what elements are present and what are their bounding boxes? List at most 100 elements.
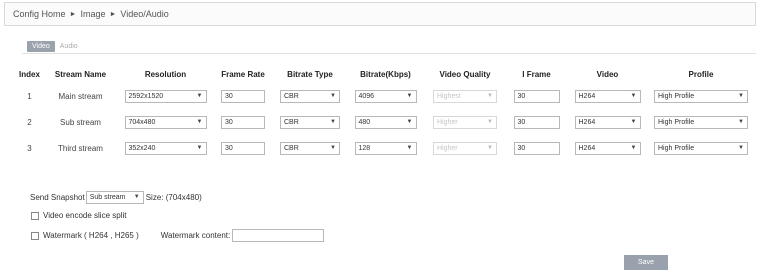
watermark-label: Watermark ( H264 , H265 ) [43, 231, 139, 240]
slice-split-checkbox[interactable] [31, 211, 39, 220]
resolution-select[interactable]: 704x480 ▼ [124, 115, 207, 129]
chevron-down-icon: ▼ [406, 92, 413, 99]
breadcrumb-separator-icon: ► [109, 10, 117, 18]
send-snapshot-label: Send Snapshot [30, 193, 85, 202]
chevron-down-icon: ▼ [133, 194, 140, 200]
tab-divider [22, 53, 756, 54]
tab-audio[interactable]: Audio [55, 41, 83, 52]
chevron-down-icon: ▼ [196, 92, 203, 99]
watermark-content-label: Watermark content: [160, 231, 231, 240]
header-profile: Profile [688, 70, 714, 79]
header-index: Index [19, 70, 40, 79]
bitrate-value: 128 [358, 144, 371, 152]
row-index: 2 [27, 117, 32, 127]
bitrate-type-select[interactable]: CBR ▼ [280, 115, 340, 129]
send-snapshot-select[interactable]: Sub stream ▼ [85, 191, 144, 204]
resolution-select[interactable]: 2592x1520 ▼ [124, 89, 207, 103]
resolution-value: 2592x1520 [128, 92, 164, 100]
tab-video[interactable]: Video [27, 41, 55, 52]
bitrate-combo[interactable]: 128 ▼ [354, 141, 417, 155]
profile-value: High Profile [658, 92, 695, 100]
table-row: 1 Main stream 2592x1520 ▼ 30 CBR ▼ 4096 ▼ H… [16, 83, 754, 109]
table-header-row: Index Stream Name Resolution Frame Rate … [16, 66, 754, 83]
breadcrumb: Config Home ► Image ► Video/Audio [4, 2, 756, 26]
breadcrumb-config-home[interactable]: Config Home [13, 9, 66, 19]
frame-rate-input[interactable]: 30 [221, 141, 265, 155]
i-frame-input[interactable]: 30 [513, 141, 560, 155]
profile-select[interactable]: High Profile ▼ [654, 89, 748, 103]
video-codec-select[interactable]: H264 ▼ [574, 141, 641, 155]
frame-rate-input[interactable]: 30 [221, 89, 265, 103]
send-snapshot-row: Send Snapshot Sub stream ▼ Size: (704x480… [30, 191, 202, 204]
bitrate-combo[interactable]: 480 ▼ [354, 115, 417, 129]
header-frame-rate: Frame Rate [221, 70, 265, 79]
profile-select[interactable]: High Profile ▼ [654, 141, 748, 155]
video-quality-value: Higher [437, 118, 458, 126]
snapshot-size-text: Size: (704x480) [145, 193, 202, 202]
bitrate-value: 480 [358, 118, 371, 126]
table-row: 3 Third stream 352x240 ▼ 30 CBR ▼ 128 ▼ Hig… [16, 135, 754, 161]
video-quality-select: Higher ▼ [433, 115, 497, 129]
stream-name: Sub stream [60, 117, 101, 127]
video-quality-select: Higher ▼ [433, 141, 497, 155]
header-resolution: Resolution [144, 70, 187, 79]
bitrate-combo[interactable]: 4096 ▼ [354, 89, 417, 103]
video-codec-select[interactable]: H264 ▼ [574, 89, 641, 103]
chevron-down-icon: ▼ [487, 144, 493, 151]
tab-bar: Video Audio [27, 41, 83, 52]
chevron-down-icon: ▼ [330, 144, 336, 151]
chevron-down-icon: ▼ [330, 118, 336, 125]
resolution-select[interactable]: 352x240 ▼ [124, 141, 207, 155]
video-audio-config-page: Config Home ► Image ► Video/Audio Video … [0, 0, 757, 276]
chevron-down-icon: ▼ [738, 118, 744, 125]
header-bitrate-type: Bitrate Type [287, 70, 333, 79]
chevron-down-icon: ▼ [196, 144, 203, 151]
header-i-frame: I Frame [522, 70, 551, 79]
breadcrumb-separator-icon: ► [69, 10, 77, 18]
slice-split-option: Video encode slice split [31, 211, 126, 220]
stream-name: Main stream [58, 91, 103, 101]
breadcrumb-image[interactable]: Image [80, 9, 105, 19]
chevron-down-icon: ▼ [738, 92, 744, 99]
table-row: 2 Sub stream 704x480 ▼ 30 CBR ▼ 480 ▼ Highe… [16, 109, 754, 135]
bitrate-type-value: CBR [284, 92, 299, 100]
chevron-down-icon: ▼ [406, 118, 413, 125]
breadcrumb-video-audio: Video/Audio [120, 9, 169, 19]
video-codec-select[interactable]: H264 ▼ [574, 115, 641, 129]
bitrate-type-value: CBR [284, 118, 299, 126]
video-quality-value: Higher [437, 144, 458, 152]
chevron-down-icon: ▼ [406, 144, 413, 151]
chevron-down-icon: ▼ [487, 92, 493, 99]
bitrate-value: 4096 [358, 92, 375, 100]
watermark-content-input[interactable] [232, 229, 325, 242]
slice-split-label: Video encode slice split [43, 211, 127, 220]
chevron-down-icon: ▼ [630, 118, 637, 125]
resolution-value: 352x240 [128, 144, 156, 152]
header-bitrate: Bitrate(Kbps) [360, 70, 411, 79]
bitrate-type-select[interactable]: CBR ▼ [280, 141, 340, 155]
video-codec-value: H264 [578, 92, 596, 100]
chevron-down-icon: ▼ [487, 118, 493, 125]
row-index: 1 [27, 91, 32, 101]
chevron-down-icon: ▼ [738, 144, 744, 151]
bitrate-type-select[interactable]: CBR ▼ [280, 89, 340, 103]
profile-value: High Profile [658, 118, 695, 126]
chevron-down-icon: ▼ [330, 92, 336, 99]
header-video: Video [596, 70, 619, 79]
chevron-down-icon: ▼ [196, 118, 203, 125]
save-button[interactable]: Save [624, 255, 668, 270]
frame-rate-input[interactable]: 30 [221, 115, 265, 129]
i-frame-input[interactable]: 30 [513, 89, 560, 103]
video-quality-select: Highest ▼ [433, 89, 497, 103]
watermark-checkbox[interactable] [31, 231, 39, 240]
header-video-quality: Video Quality [439, 70, 491, 79]
header-stream-name: Stream Name [54, 70, 107, 79]
profile-value: High Profile [658, 144, 695, 152]
video-codec-value: H264 [578, 118, 596, 126]
i-frame-input[interactable]: 30 [513, 115, 560, 129]
video-quality-value: Highest [437, 92, 461, 100]
video-codec-value: H264 [578, 144, 596, 152]
stream-settings-table: Index Stream Name Resolution Frame Rate … [16, 66, 754, 161]
profile-select[interactable]: High Profile ▼ [654, 115, 748, 129]
row-index: 3 [27, 143, 32, 153]
